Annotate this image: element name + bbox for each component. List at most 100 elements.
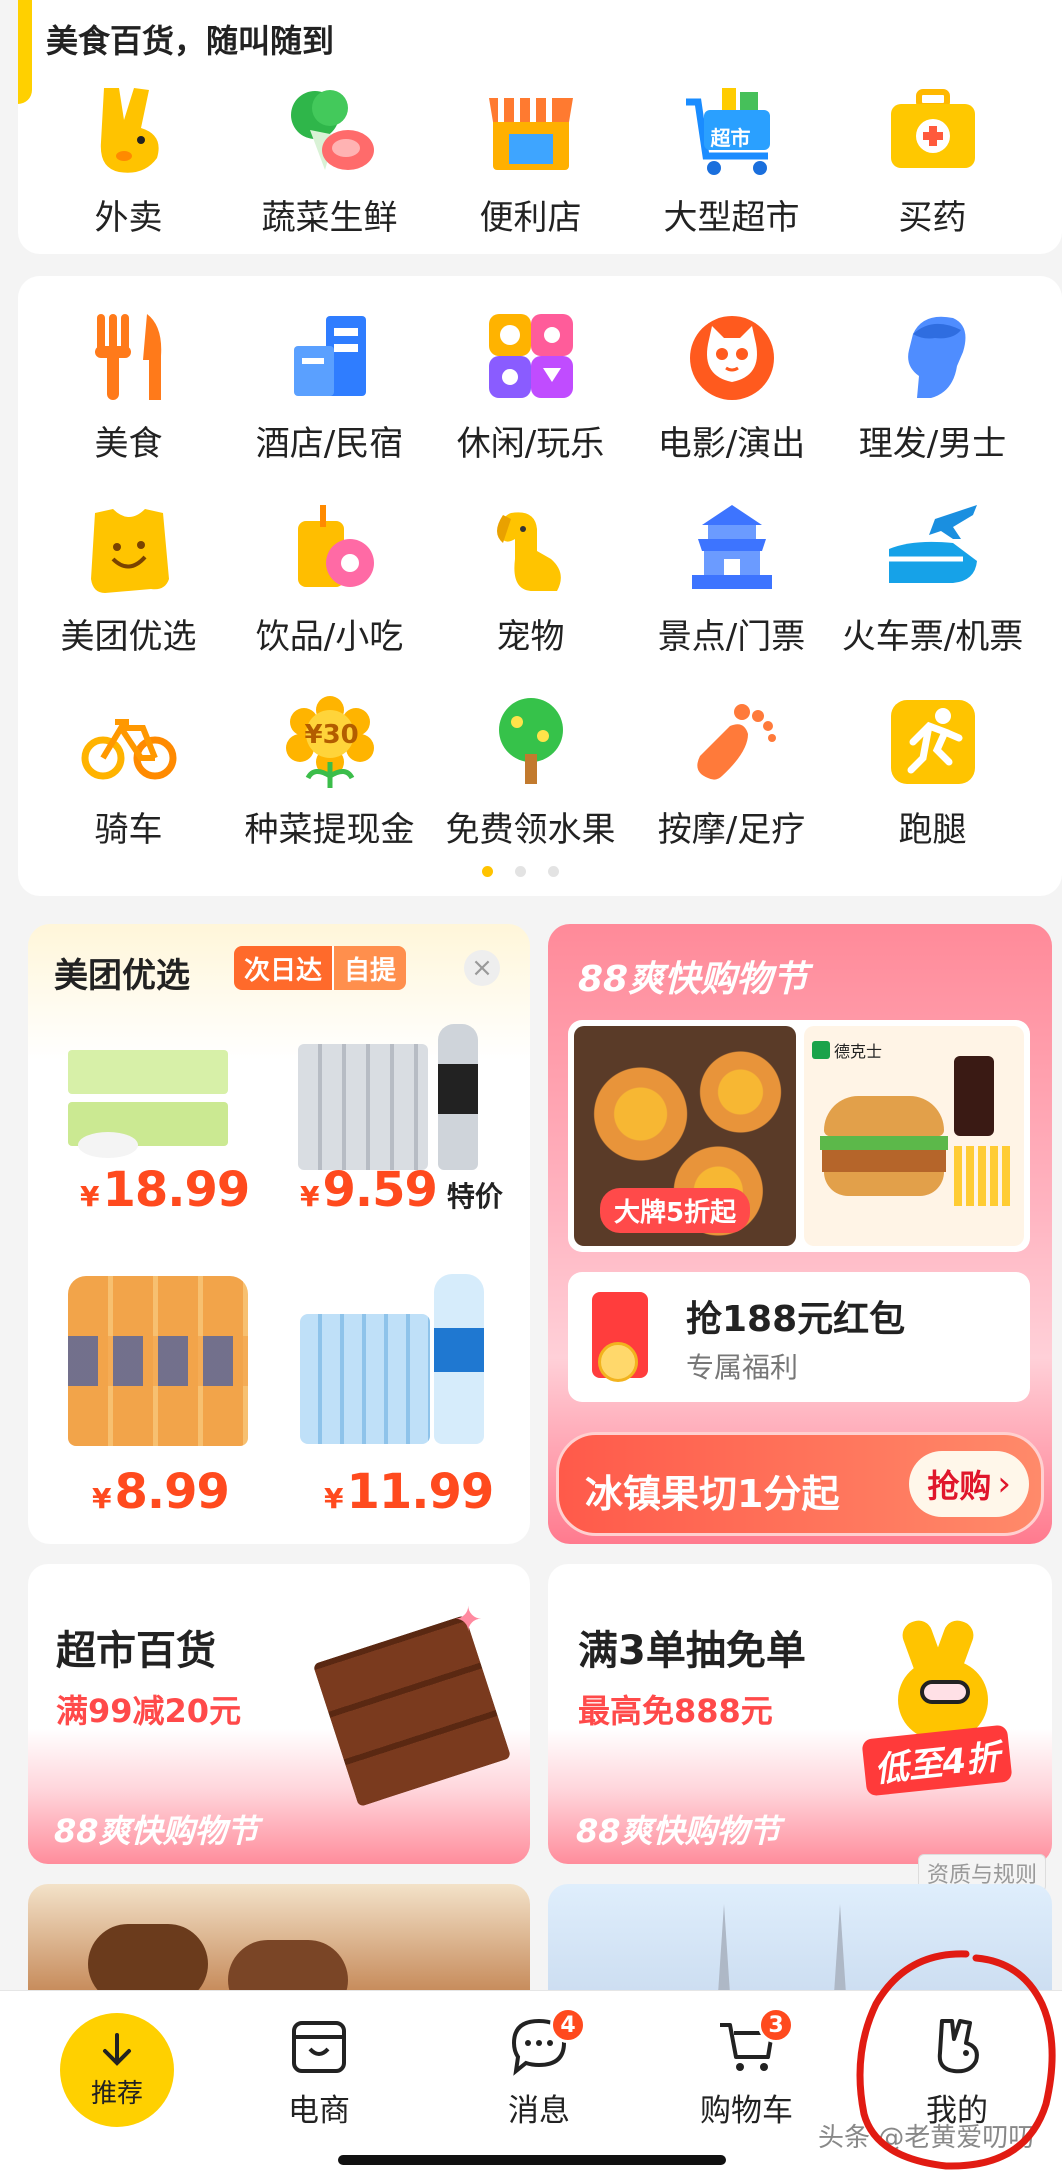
- page-dot: [514, 866, 526, 877]
- grid-item-label: 火车票/机票: [841, 617, 1024, 657]
- fork-knife-icon: [74, 306, 184, 406]
- festival-card[interactable]: 88爽快购物节 大牌5折起 德克士 抢188元红包 专属福利 冰镇果切1分起 抢…: [548, 924, 1052, 1544]
- grid-item-label: 大型超市: [663, 198, 800, 238]
- grid-item-vegetables[interactable]: 蔬菜生鲜: [229, 80, 430, 239]
- nav-tab-messages[interactable]: 4 消息: [508, 2007, 586, 2130]
- haircut-head-icon: [878, 306, 988, 406]
- page-dot-active: [481, 866, 493, 877]
- product-price-4: ¥11.99: [324, 1464, 494, 1520]
- annotation-circle: [856, 1950, 1056, 2170]
- temple-icon: [677, 499, 787, 599]
- grid-item-label: 宠物: [496, 617, 565, 657]
- grid-item-tickets[interactable]: 火车票/机票: [832, 499, 1033, 658]
- product-image-orange-soda: [68, 1276, 248, 1446]
- grid-item-label: 跑腿: [898, 810, 967, 850]
- banner-footer: 88爽快购物节: [576, 1812, 781, 1850]
- cat-movie-icon: [677, 306, 787, 406]
- coupon-panel[interactable]: 抢188元红包 专属福利: [568, 1272, 1030, 1402]
- banner-footer: 88爽快购物节: [54, 1812, 259, 1850]
- grid-item-waimai[interactable]: 外卖: [28, 80, 229, 239]
- grid-item-hotel[interactable]: 酒店/民宿: [229, 306, 430, 465]
- youxuan-title: 美团优选: [54, 956, 190, 996]
- grid-item-label: 饮品/小吃: [255, 617, 404, 657]
- hotel-building-icon: [275, 306, 385, 406]
- buy-button[interactable]: 抢购 ›: [909, 1451, 1029, 1517]
- banner-supermarket[interactable]: 超市百货 满99减20元 ✦ 88爽快购物节: [28, 1564, 530, 1864]
- grid-item-label: 酒店/民宿: [255, 424, 404, 464]
- flower-cash-icon: ¥30: [275, 692, 385, 792]
- discount-tag: 大牌5折起: [600, 1188, 751, 1233]
- grid-item-label: 按摩/足疗: [657, 810, 806, 850]
- tag-self-pickup: 自提: [332, 946, 407, 990]
- grid-item-drinks[interactable]: 饮品/小吃: [229, 499, 430, 658]
- foot-icon: [677, 692, 787, 792]
- flash-sale-bar[interactable]: 冰镇果切1分起 抢购 ›: [556, 1432, 1044, 1536]
- grid-item-label: 景点/门票: [657, 617, 806, 657]
- product-image-water-pack: [298, 1024, 498, 1174]
- product-price-1: ¥18.99: [80, 1162, 250, 1218]
- nav-tab-ecommerce[interactable]: 电商: [288, 2015, 350, 2130]
- grid-item-pet[interactable]: 宠物: [430, 499, 631, 658]
- nav-label: 消息: [508, 2093, 570, 2129]
- mascot-image: [878, 1616, 998, 1740]
- close-icon[interactable]: ×: [464, 950, 500, 986]
- grid-item-farm-cash[interactable]: ¥30 种菜提现金: [229, 692, 430, 851]
- flower-cash-badge: ¥30: [304, 720, 359, 750]
- grid-item-label: 免费领水果: [445, 810, 616, 850]
- fruit-tree-icon: [476, 692, 586, 792]
- runner-icon: [878, 692, 988, 792]
- product-image-bottled-water: [300, 1274, 500, 1450]
- coupon-subtitle: 专属福利: [686, 1351, 799, 1384]
- drink-donut-icon: [275, 499, 385, 599]
- grid-item-label: 便利店: [479, 198, 582, 238]
- grid-item-scenic[interactable]: 景点/门票: [631, 499, 832, 658]
- food-grid: 外卖 蔬菜生鲜 便利店 超市 大型超市 买药: [28, 80, 1033, 239]
- page-dot: [547, 866, 559, 877]
- nav-label: 电商: [288, 2093, 350, 2129]
- messages-badge: 4: [550, 2007, 586, 2043]
- grid-item-label: 电影/演出: [657, 424, 806, 464]
- bicycle-icon: [74, 692, 184, 792]
- grid-item-label: 骑车: [94, 810, 163, 850]
- dog-icon: [476, 499, 586, 599]
- grid-item-label: 蔬菜生鲜: [261, 198, 398, 238]
- grid-item-free-fruit[interactable]: 免费领水果: [430, 692, 631, 851]
- festival-deal-panel: 大牌5折起 德克士: [568, 1020, 1030, 1252]
- banner-subtitle: 最高免888元: [578, 1692, 773, 1730]
- banner-title: 满3单抽免单: [578, 1628, 806, 1674]
- nav-label: 购物车: [700, 2093, 793, 2129]
- youxuan-card[interactable]: 美团优选 次日达 自提 × ¥18.99 ¥9.59 特价 ¥8.99 ¥11.9…: [28, 924, 530, 1544]
- train-plane-icon: [878, 499, 988, 599]
- chocolate-image: [312, 1614, 512, 1808]
- product-price-2: ¥9.59 特价: [300, 1162, 503, 1218]
- grid-item-youxuan[interactable]: 美团优选: [28, 499, 229, 658]
- grid-item-convenience[interactable]: 便利店: [430, 80, 631, 239]
- grid-item-bike[interactable]: 骑车: [28, 692, 229, 851]
- grid-item-haircut[interactable]: 理发/男士: [832, 306, 1033, 465]
- smile-bag-icon: [74, 499, 184, 599]
- grid-item-movie[interactable]: 电影/演出: [631, 306, 832, 465]
- brand-logo-icon: [812, 1041, 830, 1059]
- festival-title: 88爽快购物节: [578, 959, 809, 1000]
- page-indicator: [0, 866, 1062, 877]
- grid-item-label: 美团优选: [60, 617, 197, 657]
- grid-item-medicine[interactable]: 买药: [832, 80, 1033, 239]
- brand-label: 德克士: [812, 1038, 882, 1062]
- coupon-title: 抢188元红包: [686, 1299, 906, 1340]
- cart-badge: 3: [758, 2007, 794, 2043]
- grid-item-food[interactable]: 美食: [28, 306, 229, 465]
- nav-label: 推荐: [90, 2078, 143, 2109]
- grid-item-supermarket[interactable]: 超市 大型超市: [631, 80, 832, 239]
- grid-item-errand[interactable]: 跑腿: [832, 692, 1033, 851]
- medicine-box-icon: [878, 80, 988, 180]
- nav-tab-cart[interactable]: 3 购物车: [700, 2007, 794, 2130]
- grid-item-label: 买药: [898, 198, 967, 238]
- grid-item-leisure[interactable]: 休闲/玩乐: [430, 306, 631, 465]
- leisure-icon: [476, 306, 586, 406]
- coin-icon: [598, 1342, 638, 1382]
- nav-tab-recommend[interactable]: 推荐: [60, 2013, 174, 2127]
- services-grid: 美食 酒店/民宿 休闲/玩乐 电影/演出 理发/男士 美团优选 饮品/小吃 宠物…: [28, 306, 1033, 851]
- product-price-3: ¥8.99: [92, 1464, 230, 1520]
- grid-item-massage[interactable]: 按摩/足疗: [631, 692, 832, 851]
- banner-free-order[interactable]: 满3单抽免单 最高免888元 低至4折 88爽快购物节: [548, 1564, 1052, 1864]
